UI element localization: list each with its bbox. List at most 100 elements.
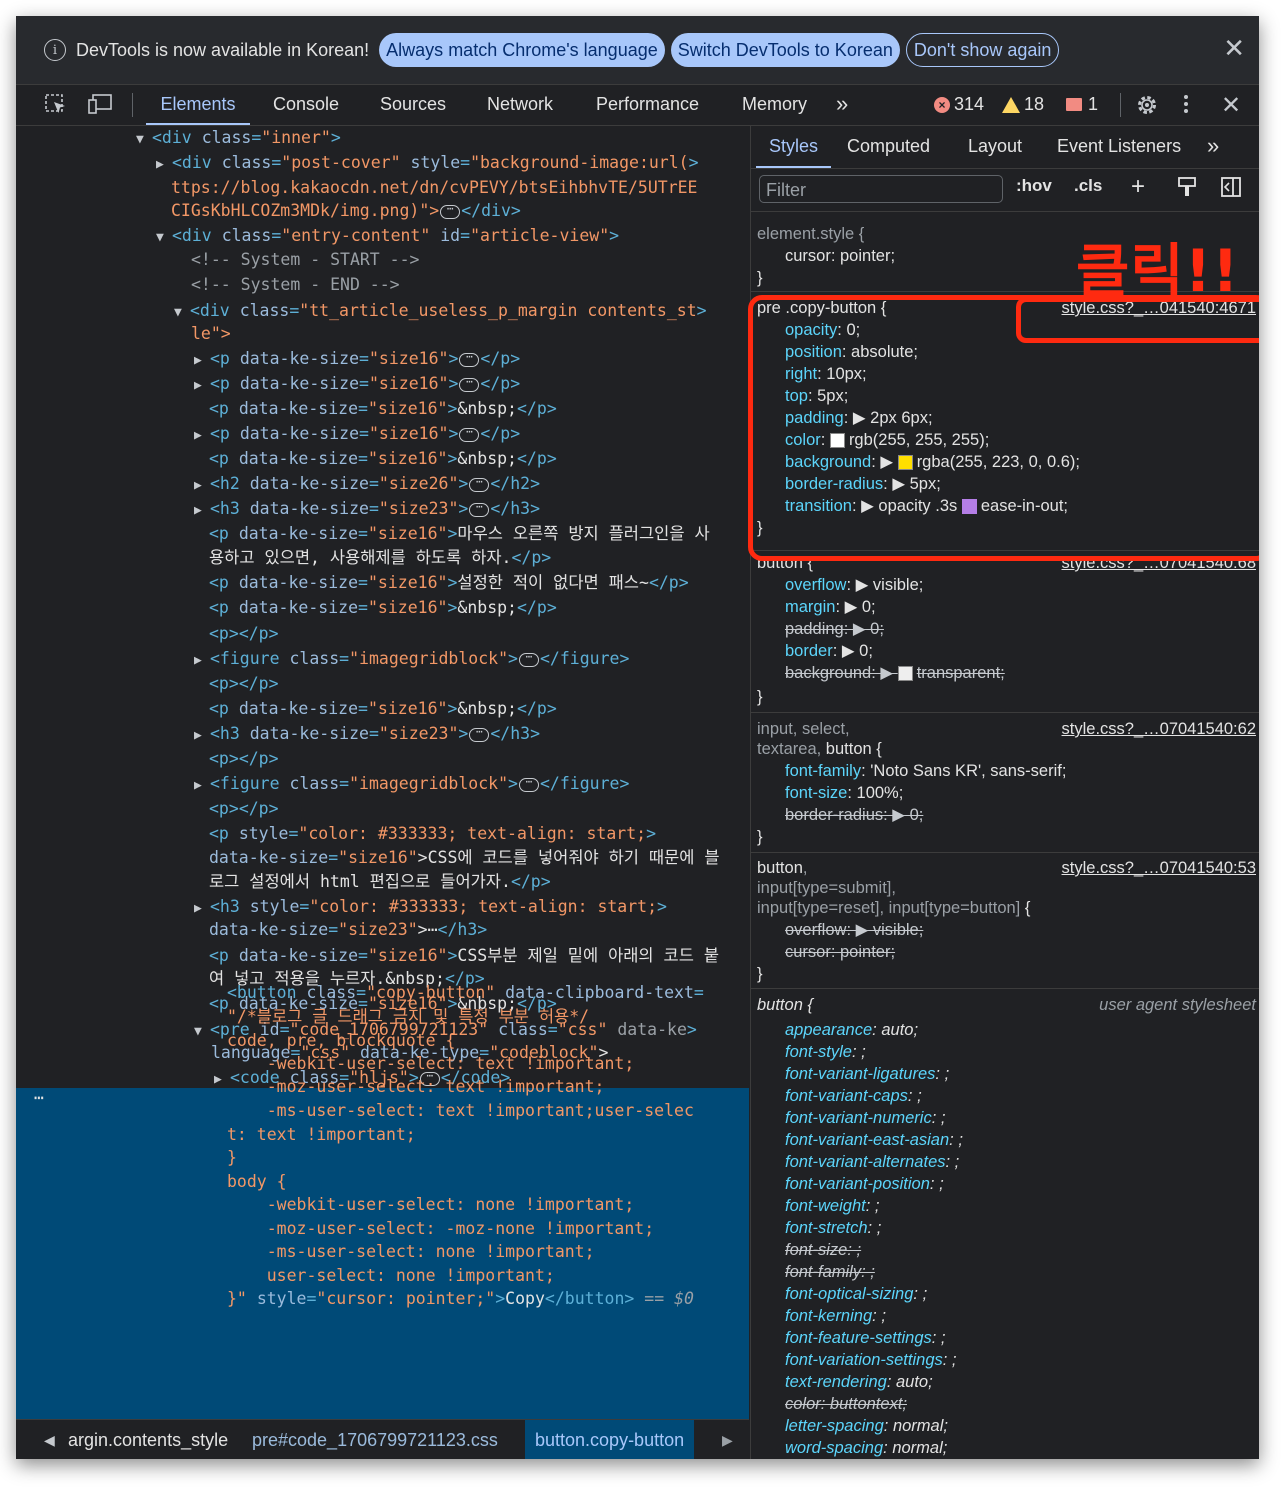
css-property-padding[interactable]: padding: ▶ 0; — [785, 618, 884, 640]
selected-button-node[interactable]: <button class="copy-button" data-clipboa… — [227, 981, 704, 1004]
selected-node-text-line[interactable]: code, pre, blockquote { — [227, 1029, 455, 1052]
tab-event-listeners[interactable]: Event Listeners — [1057, 126, 1181, 168]
breadcrumb-right-arrow-icon[interactable]: ▶ — [722, 1420, 733, 1459]
tab-performance[interactable]: Performance — [596, 85, 699, 125]
css-property-font-variant-numeric[interactable]: font-variant-numeric: ; — [785, 1107, 946, 1129]
error-count[interactable]: × 314 — [934, 94, 984, 115]
dom-node-line[interactable]: <p></p> — [209, 672, 279, 695]
styles-filter-input[interactable]: Filter — [759, 175, 1003, 203]
selected-node-text-line[interactable]: }" style="cursor: pointer;">Copy</button… — [227, 1287, 694, 1310]
dom-node-line[interactable]: ttps://blog.kakaocdn.net/dn/cvPEVY/btsEi… — [171, 176, 698, 199]
tab-layout[interactable]: Layout — [968, 126, 1022, 168]
dom-node-line[interactable]: <p></p> — [209, 797, 279, 820]
css-property-overflow[interactable]: overflow: ▶ visible; — [785, 919, 923, 941]
tab-styles[interactable]: Styles — [756, 126, 831, 168]
selected-node-dots-icon[interactable]: ⋯ — [34, 1088, 44, 1107]
selected-node-text-line[interactable]: } — [227, 1146, 237, 1169]
dom-node-line[interactable]: data-ke-size="size16">CSS에 코드를 넣어줘야 하기 때… — [209, 846, 720, 869]
dom-node-line[interactable]: <p data-ke-size="size16">마우스 오른쪽 방지 플러그인… — [209, 522, 710, 545]
more-subtabs-chevron-icon[interactable]: » — [1207, 126, 1219, 168]
dom-node-line[interactable]: ▶ <h3 style="color: #333333; text-align: … — [194, 895, 667, 920]
dont-show-again-button[interactable]: Don't show again — [905, 33, 1060, 67]
css-property-font-family[interactable]: font-family: 'Noto Sans KR', sans-serif; — [785, 760, 1066, 782]
dom-node-line[interactable]: <p data-ke-size="size16">&nbsp;</p> — [209, 596, 557, 619]
css-property-margin[interactable]: margin: ▶ 0; — [785, 596, 876, 618]
css-property-font-style[interactable]: font-style: ; — [785, 1041, 866, 1063]
tab-network[interactable]: Network — [487, 85, 553, 125]
dom-node-line[interactable]: ▶ <p data-ke-size="size16"> ⋯ </p> — [194, 422, 520, 447]
device-toolbar-icon[interactable] — [88, 93, 114, 121]
rule-selector-ua-button[interactable]: button { — [757, 994, 813, 1016]
selected-node-text-line[interactable]: -webkit-user-select: none !important; — [227, 1193, 635, 1216]
issues-count[interactable]: 1 — [1066, 94, 1098, 115]
css-property-text-rendering[interactable]: text-rendering: auto; — [785, 1371, 933, 1393]
selected-node-text-line[interactable]: body { — [227, 1170, 287, 1193]
settings-gear-icon[interactable] — [1135, 93, 1159, 123]
dom-node-line[interactable]: ▶ <figure class="imagegridblock"> ⋯ </figur… — [194, 647, 629, 672]
selected-node-text-line[interactable]: -moz-user-select: text !important; — [227, 1075, 605, 1098]
css-property-appearance[interactable]: appearance: auto; — [785, 1019, 918, 1041]
dom-node-line[interactable]: <p data-ke-size="size16">&nbsp;</p> — [209, 397, 557, 420]
breadcrumb-item-contents-style[interactable]: argin.contents_style — [68, 1420, 228, 1459]
breadcrumb-item-pre[interactable]: pre#code_1706799721123.css — [252, 1420, 498, 1459]
css-property-font-variant-position[interactable]: font-variant-position: ; — [785, 1173, 944, 1195]
dom-node-line[interactable]: 로그 설정에서 html 편집으로 들어가자.</p> — [209, 870, 551, 893]
selected-node-text-line[interactable]: -ms-user-select: none !important; — [227, 1240, 595, 1263]
switch-devtools-korean-button[interactable]: Switch DevTools to Korean — [670, 33, 900, 67]
dom-node-line[interactable]: <p></p> — [209, 622, 279, 645]
css-property-font-variant-alternates[interactable]: font-variant-alternates: ; — [785, 1151, 959, 1173]
css-property-font-feature-settings[interactable]: font-feature-settings: ; — [785, 1327, 946, 1349]
dom-node-line[interactable]: <p data-ke-size="size16">&nbsp;</p> — [209, 697, 557, 720]
dom-node-line[interactable]: ▶ <h2 data-ke-size="size26"> ⋯ </h2> — [194, 472, 540, 497]
tab-sources[interactable]: Sources — [380, 85, 446, 125]
css-property-border-radius[interactable]: border-radius: ▶ 0; — [785, 804, 923, 826]
rule-selector-inputs[interactable]: input, select, — [757, 718, 850, 740]
selected-node-text-line[interactable]: -ms-user-select: text !important;user-se… — [227, 1099, 694, 1122]
css-property-font-variant-ligatures[interactable]: font-variant-ligatures: ; — [785, 1063, 949, 1085]
css-property-font-variant-caps[interactable]: font-variant-caps: ; — [785, 1085, 922, 1107]
css-property-font-variant-east-asian[interactable]: font-variant-east-asian: ; — [785, 1129, 963, 1151]
rule-source-link[interactable]: style.css?_…07041540:62 — [1062, 718, 1256, 740]
css-property-font-variation-settings[interactable]: font-variation-settings: ; — [785, 1349, 957, 1371]
rule-selector-submit[interactable]: input[type=submit], — [757, 877, 896, 899]
tab-computed[interactable]: Computed — [847, 126, 930, 168]
dom-node-line[interactable]: ▶ <p data-ke-size="size16"> ⋯ </p> — [194, 372, 520, 397]
element-style-property[interactable]: cursor: pointer; — [785, 245, 895, 267]
css-property-letter-spacing[interactable]: letter-spacing: normal; — [785, 1415, 948, 1437]
dom-node-line[interactable]: <!-- System - END --> — [191, 273, 400, 296]
new-style-rule-plus-icon[interactable]: + — [1131, 173, 1145, 201]
dom-node-line[interactable]: <p data-ke-size="size16">&nbsp;</p> — [209, 447, 557, 470]
tab-console[interactable]: Console — [273, 85, 339, 125]
selected-node-text-line[interactable]: -moz-user-select: -moz-none !important; — [227, 1217, 654, 1240]
paint-brush-icon[interactable] — [1177, 176, 1197, 203]
css-property-font-kerning[interactable]: font-kerning: ; — [785, 1305, 886, 1327]
dom-node-line[interactable]: ▶ <div class="post-cover" style="backgrou… — [156, 151, 699, 176]
css-property-font-stretch[interactable]: font-stretch: ; — [785, 1217, 881, 1239]
infobar-close-icon[interactable]: ✕ — [1223, 34, 1245, 62]
css-property-word-spacing[interactable]: word-spacing: normal; — [785, 1437, 947, 1459]
warning-count[interactable]: 18 — [1002, 94, 1044, 115]
tab-elements[interactable]: Elements — [146, 85, 250, 125]
css-property-cursor[interactable]: cursor: pointer; — [785, 941, 895, 963]
css-property-color[interactable]: color: buttontext; — [785, 1393, 907, 1415]
css-property-font-family[interactable]: font-family: ; — [785, 1261, 875, 1283]
more-tabs-chevron-icon[interactable]: » — [836, 85, 848, 125]
breadcrumb-left-arrow-icon[interactable]: ◀ — [44, 1420, 55, 1459]
css-property-font-optical-sizing[interactable]: font-optical-sizing: ; — [785, 1283, 927, 1305]
dom-node-line[interactable]: ▼ <div class="inner"> — [136, 126, 341, 151]
inspect-element-icon[interactable] — [44, 93, 68, 121]
css-property-font-size[interactable]: font-size: 100%; — [785, 782, 903, 804]
dom-node-line[interactable]: <!-- System - START --> — [191, 248, 419, 271]
dom-node-line[interactable]: le"> — [191, 322, 231, 345]
selected-node-text-line[interactable]: -webkit-user-select: text !important; — [227, 1052, 635, 1075]
always-match-language-button[interactable]: Always match Chrome's language — [379, 33, 665, 67]
class-toggle[interactable]: .cls — [1074, 176, 1102, 196]
more-options-kebab-icon[interactable] — [1182, 93, 1190, 121]
css-property-overflow[interactable]: overflow: ▶ visible; — [785, 574, 923, 596]
hover-state-toggle[interactable]: :hov — [1016, 176, 1052, 196]
selected-node-text-line[interactable]: t: text !important; — [227, 1123, 416, 1146]
close-devtools-icon[interactable]: ✕ — [1221, 91, 1241, 120]
dom-node-line[interactable]: <p data-ke-size="size16">설정한 적이 없다면 패스~<… — [209, 571, 689, 594]
dom-node-line[interactable]: 용하고 있으면, 사용해제를 하도록 하자.</p> — [209, 546, 551, 569]
selected-node-text-line[interactable]: "/*블로그 글 드래그 금지 및 특정 부분 허용*/ — [227, 1005, 589, 1028]
